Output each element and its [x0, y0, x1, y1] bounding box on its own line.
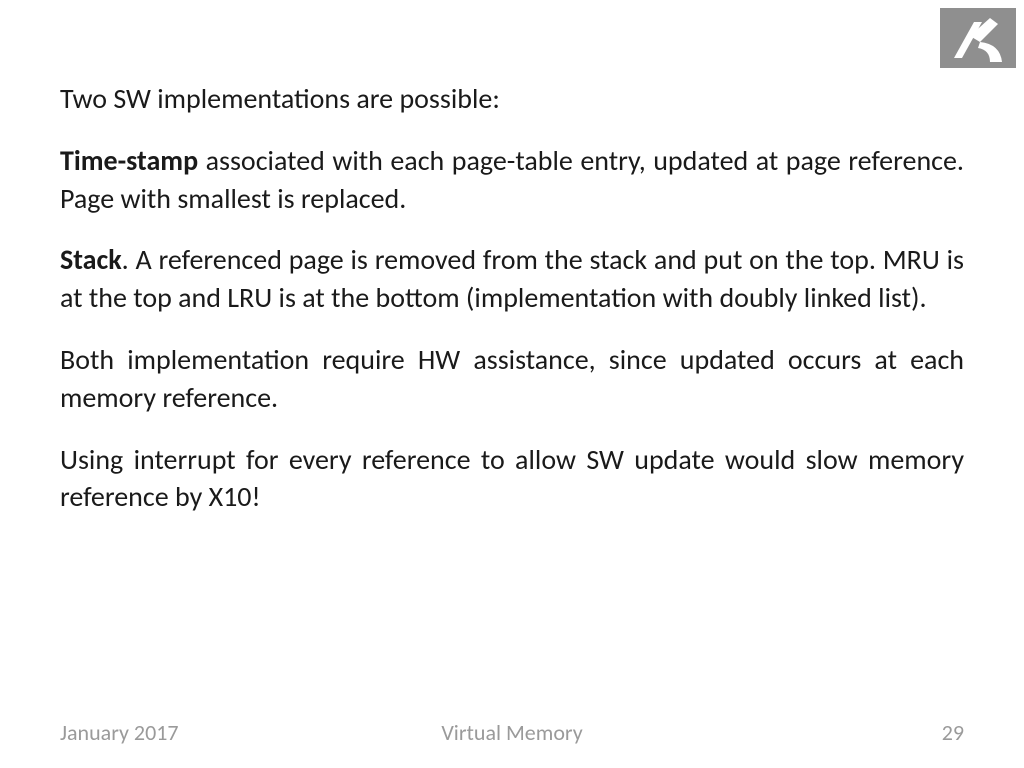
- institution-logo-icon: [940, 8, 1016, 68]
- slide: Two SW implementations are possible: Tim…: [0, 0, 1024, 768]
- footer-page-number: 29: [942, 719, 964, 746]
- paragraph-interrupt: Using interrupt for every reference to a…: [60, 441, 964, 517]
- footer-date: January 2017: [60, 719, 179, 746]
- slide-footer: January 2017 Virtual Memory 29: [0, 719, 1024, 746]
- bold-label-timestamp: Time-stamp: [60, 143, 198, 178]
- bold-label-stack: Stack: [60, 242, 122, 277]
- slide-body: Two SW implementations are possible: Tim…: [60, 80, 964, 540]
- paragraph-intro: Two SW implementations are possible:: [60, 80, 964, 118]
- paragraph-stack: Stack. A referenced page is removed from…: [60, 241, 964, 317]
- text-stack-desc: . A referenced page is removed from the …: [60, 242, 964, 315]
- paragraph-hw-assist: Both implementation require HW assistanc…: [60, 341, 964, 417]
- paragraph-timestamp: Time-stamp associated with each page-tab…: [60, 142, 964, 218]
